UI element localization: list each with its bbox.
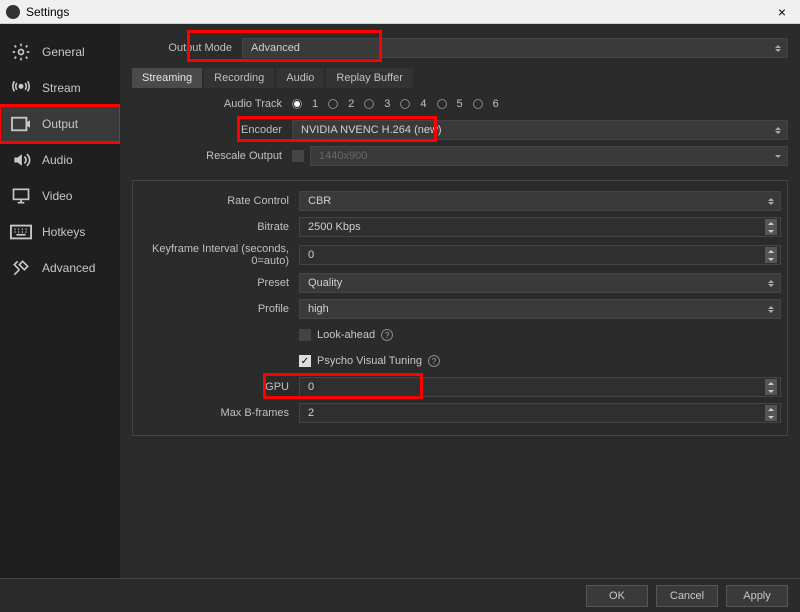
rescale-value: 1440x900 — [319, 150, 367, 162]
bframes-label: Max B-frames — [139, 407, 299, 419]
bframes-value: 2 — [308, 407, 314, 419]
encoder-label: Encoder — [132, 124, 292, 136]
chevron-down-icon — [771, 148, 785, 164]
gpu-label: GPU — [139, 381, 299, 393]
sidebar-item-hotkeys[interactable]: Hotkeys — [0, 214, 120, 250]
audio-track-radio-6[interactable] — [473, 99, 483, 109]
chevron-updown-icon — [764, 301, 778, 317]
sidebar-item-advanced[interactable]: Advanced — [0, 250, 120, 286]
rescale-label: Rescale Output — [132, 150, 292, 162]
sidebar-item-label: Output — [42, 117, 78, 131]
preset-value: Quality — [308, 277, 342, 289]
footer: OK Cancel Apply — [0, 578, 800, 612]
tab-streaming[interactable]: Streaming — [132, 68, 202, 88]
chevron-updown-icon — [764, 275, 778, 291]
sidebar-item-label: Stream — [42, 81, 81, 95]
bitrate-value: 2500 Kbps — [308, 221, 361, 233]
sidebar-item-label: Hotkeys — [42, 225, 85, 239]
sidebar-item-output[interactable]: Output — [0, 106, 120, 142]
output-mode-select[interactable]: Advanced — [242, 38, 788, 58]
audio-track-label: Audio Track — [132, 98, 292, 110]
rate-control-value: CBR — [308, 195, 331, 207]
spinner-handle[interactable] — [764, 379, 778, 395]
apply-button[interactable]: Apply — [726, 585, 788, 607]
audio-track-radio-4[interactable] — [400, 99, 410, 109]
help-icon[interactable]: ? — [381, 329, 393, 341]
content-area: Output Mode Advanced Streaming Recording… — [120, 24, 800, 578]
lookahead-label: Look-ahead — [317, 329, 375, 341]
audio-track-group: 1 2 3 4 5 6 — [292, 98, 788, 110]
sidebar-item-stream[interactable]: Stream — [0, 70, 120, 106]
chevron-updown-icon — [764, 193, 778, 209]
spinner-handle[interactable] — [764, 405, 778, 421]
psycho-checkbox[interactable]: ✓ — [299, 355, 311, 367]
gpu-spinner[interactable]: 0 — [299, 377, 781, 397]
speaker-icon — [10, 150, 32, 170]
ok-button[interactable]: OK — [586, 585, 648, 607]
tools-icon — [10, 258, 32, 278]
audio-track-radio-1[interactable] — [292, 99, 302, 109]
sidebar-item-label: Advanced — [42, 261, 95, 275]
encoder-settings-panel: Rate Control CBR Bitrate 2500 Kbps Keyfr… — [132, 180, 788, 436]
keyboard-icon — [10, 222, 32, 242]
chevron-updown-icon — [771, 40, 785, 56]
titlebar: Settings × — [0, 0, 800, 24]
help-icon[interactable]: ? — [428, 355, 440, 367]
monitor-icon — [10, 186, 32, 206]
rate-control-label: Rate Control — [139, 195, 299, 207]
bframes-spinner[interactable]: 2 — [299, 403, 781, 423]
tab-audio[interactable]: Audio — [276, 68, 324, 88]
audio-track-radio-3[interactable] — [364, 99, 374, 109]
sidebar-item-label: Audio — [42, 153, 73, 167]
keyframe-label: Keyframe Interval (seconds, 0=auto) — [139, 243, 299, 267]
preset-select[interactable]: Quality — [299, 273, 781, 293]
bitrate-label: Bitrate — [139, 221, 299, 233]
keyframe-value: 0 — [308, 249, 314, 261]
app-icon — [6, 5, 20, 19]
audio-track-radio-2[interactable] — [328, 99, 338, 109]
sidebar-item-general[interactable]: General — [0, 34, 120, 70]
sidebar-item-audio[interactable]: Audio — [0, 142, 120, 178]
cancel-button[interactable]: Cancel — [656, 585, 718, 607]
output-icon — [10, 114, 32, 134]
psycho-label: Psycho Visual Tuning — [317, 355, 422, 367]
spinner-handle[interactable] — [764, 247, 778, 263]
gear-icon — [10, 42, 32, 62]
rescale-checkbox[interactable] — [292, 150, 304, 162]
output-tabs: Streaming Recording Audio Replay Buffer — [132, 68, 788, 88]
sidebar-item-label: General — [42, 45, 85, 59]
rate-control-select[interactable]: CBR — [299, 191, 781, 211]
profile-value: high — [308, 303, 329, 315]
keyframe-spinner[interactable]: 0 — [299, 245, 781, 265]
output-mode-label: Output Mode — [132, 42, 242, 54]
lookahead-checkbox[interactable] — [299, 329, 311, 341]
rescale-select[interactable]: 1440x900 — [310, 146, 788, 166]
tab-recording[interactable]: Recording — [204, 68, 274, 88]
spinner-handle[interactable] — [764, 219, 778, 235]
encoder-select[interactable]: NVIDIA NVENC H.264 (new) — [292, 120, 788, 140]
close-icon[interactable]: × — [770, 4, 794, 20]
sidebar-item-label: Video — [42, 189, 72, 203]
window-title: Settings — [26, 5, 770, 19]
profile-label: Profile — [139, 303, 299, 315]
sidebar: General Stream Output Audio Video Ho — [0, 24, 120, 578]
sidebar-item-video[interactable]: Video — [0, 178, 120, 214]
antenna-icon — [10, 78, 32, 98]
audio-track-radio-5[interactable] — [437, 99, 447, 109]
profile-select[interactable]: high — [299, 299, 781, 319]
gpu-value: 0 — [308, 381, 314, 393]
bitrate-spinner[interactable]: 2500 Kbps — [299, 217, 781, 237]
chevron-updown-icon — [771, 122, 785, 138]
preset-label: Preset — [139, 277, 299, 289]
tab-replay-buffer[interactable]: Replay Buffer — [326, 68, 412, 88]
encoder-value: NVIDIA NVENC H.264 (new) — [301, 124, 442, 136]
output-mode-value: Advanced — [251, 42, 300, 54]
